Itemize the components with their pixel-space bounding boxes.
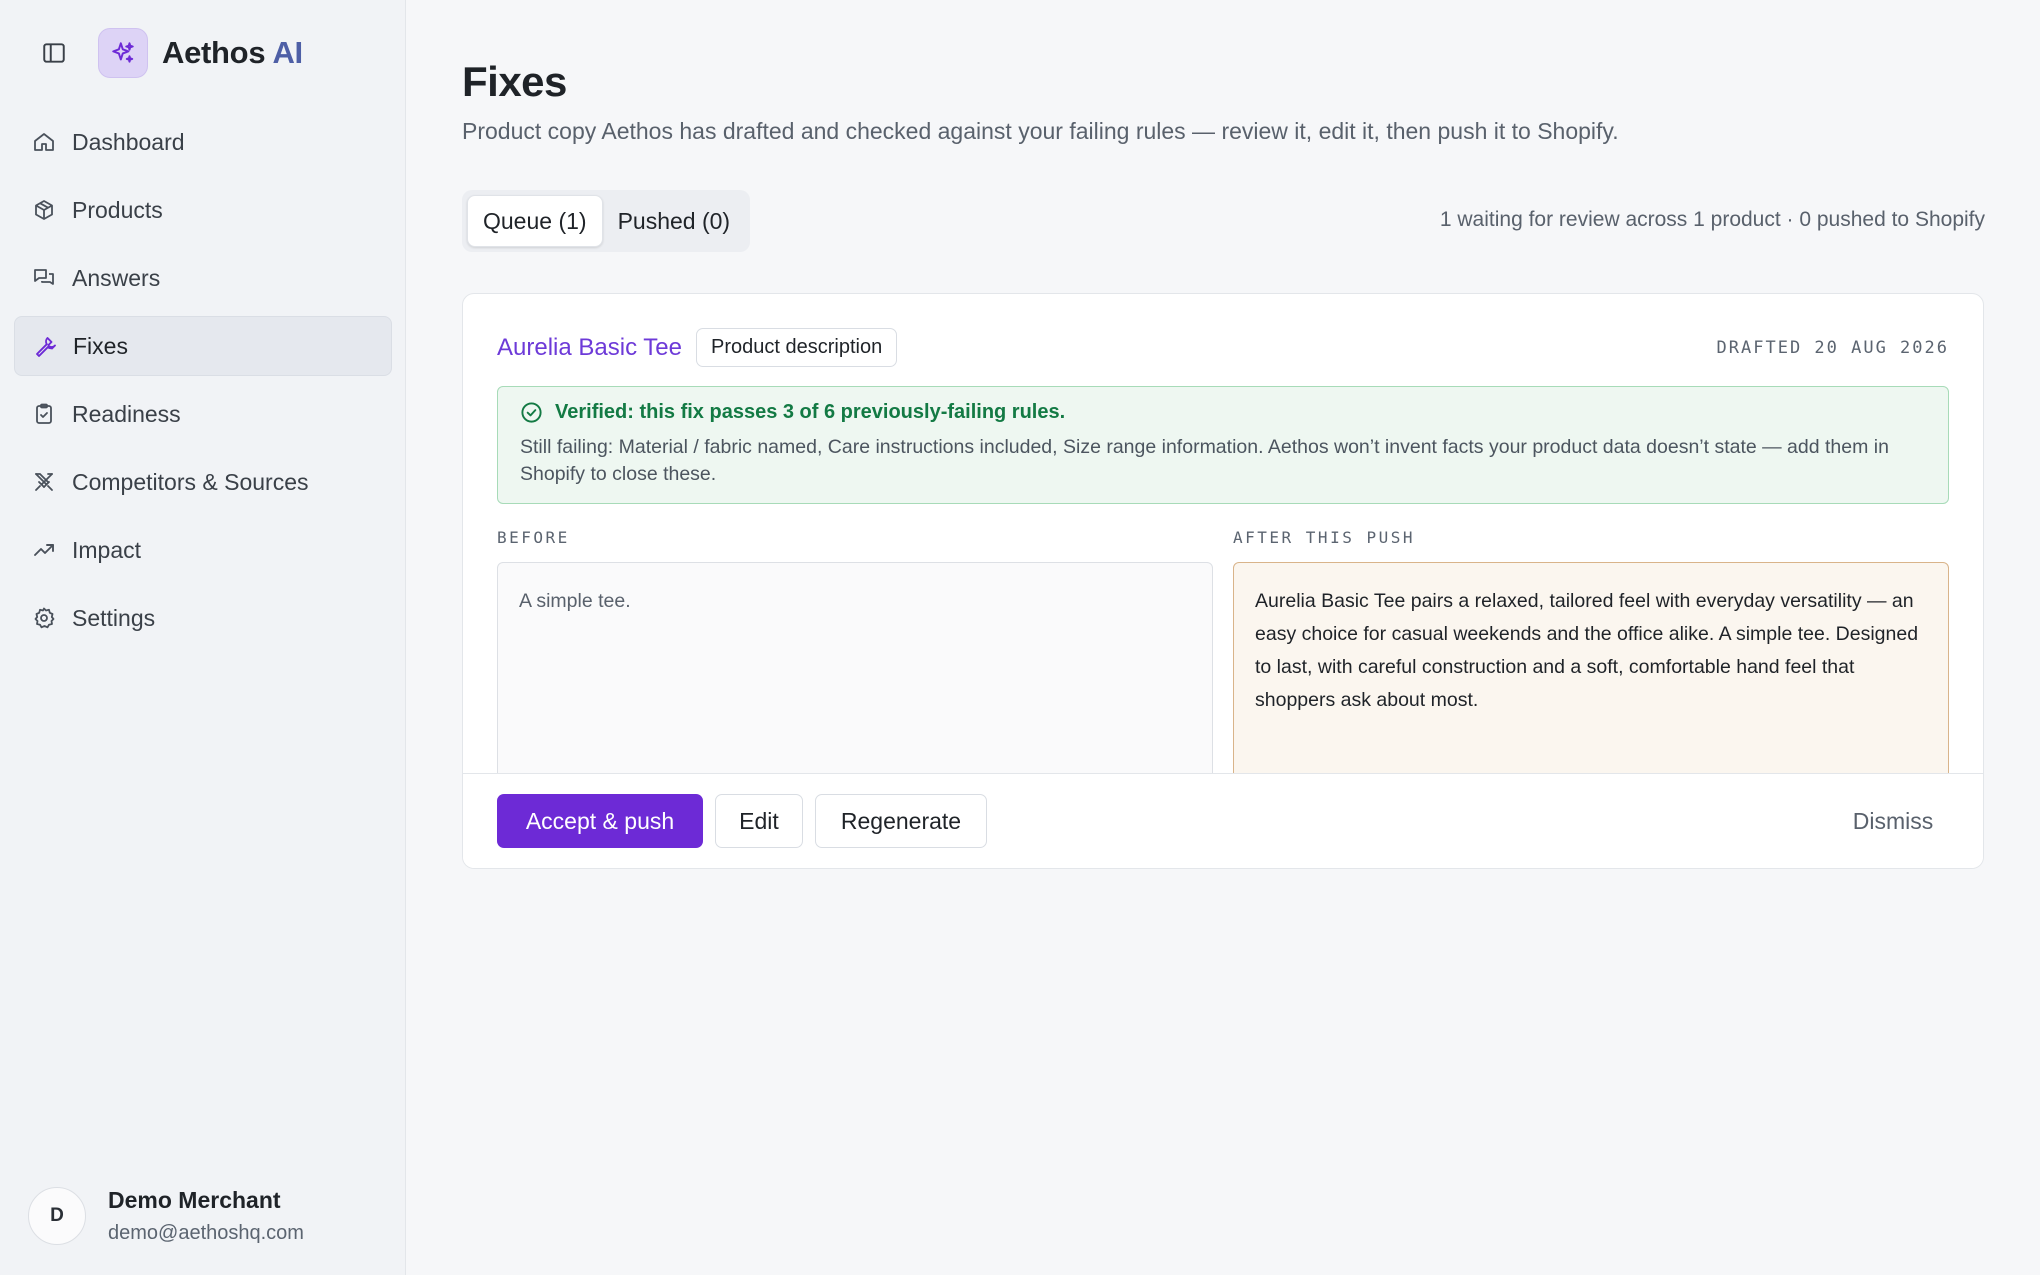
avatar: D <box>28 1187 86 1245</box>
brand-name-accent: AI <box>272 35 303 70</box>
fix-card: Aurelia Basic Tee Product description DR… <box>462 293 1984 869</box>
sidebar-item-impact[interactable]: Impact <box>14 520 392 580</box>
edit-button[interactable]: Edit <box>715 794 803 848</box>
product-link[interactable]: Aurelia Basic Tee <box>497 334 682 362</box>
tab-queue[interactable]: Queue (1) <box>467 195 603 247</box>
gear-icon <box>30 604 58 632</box>
account-info: Demo Merchant demo@aethoshq.com <box>108 1187 304 1245</box>
sidebar-item-label: Dashboard <box>72 128 185 155</box>
verified-body: Still failing: Material / fabric named, … <box>520 436 1889 485</box>
fix-card-header: Aurelia Basic Tee Product description <box>497 328 898 367</box>
verified-title: Verified: this fix passes 3 of 6 previou… <box>520 401 1926 424</box>
sidebar-item-answers[interactable]: Answers <box>14 248 392 308</box>
sidebar-item-dashboard[interactable]: Dashboard <box>14 112 392 172</box>
queue-summary: 1 waiting for review across 1 product · … <box>1439 208 1985 231</box>
before-label: BEFORE <box>497 528 570 547</box>
sidebar-nav: Dashboard Products Answers Fixes Readine… <box>14 112 392 656</box>
home-icon <box>30 128 58 156</box>
tab-pushed[interactable]: Pushed (0) <box>603 196 746 246</box>
sidebar-item-label: Answers <box>72 264 161 291</box>
regenerate-button[interactable]: Regenerate <box>815 794 987 848</box>
accept-push-button[interactable]: Accept & push <box>497 794 703 848</box>
check-circle-icon <box>520 401 543 424</box>
box-icon <box>30 196 58 224</box>
after-label: AFTER THIS PUSH <box>1233 528 1415 547</box>
verified-title-text: Verified: this fix passes 3 of 6 previou… <box>555 401 1066 423</box>
after-text: Aurelia Basic Tee pairs a relaxed, tailo… <box>1233 562 1949 782</box>
sidebar-item-products[interactable]: Products <box>14 180 392 240</box>
sidebar-toggle-button[interactable] <box>38 37 70 69</box>
sparkle-icon <box>112 42 134 63</box>
sidebar-panel-icon <box>43 43 65 63</box>
sidebar-item-fixes[interactable]: Fixes <box>14 316 392 376</box>
fix-actions: Accept & push Edit Regenerate Dismiss <box>463 773 1983 868</box>
wrench-icon <box>31 332 59 360</box>
sidebar-item-label: Settings <box>72 604 156 631</box>
sidebar-item-label: Fixes <box>73 332 128 359</box>
sidebar-item-label: Impact <box>72 536 142 563</box>
swords-icon <box>30 468 58 496</box>
clipboard-check-icon <box>30 400 58 428</box>
brand-name-text: Aethos <box>162 35 266 70</box>
sidebar-item-label: Products <box>72 196 163 223</box>
before-text: A simple tee. <box>497 562 1213 782</box>
field-badge: Product description <box>696 328 898 367</box>
sidebar-item-competitors-sources[interactable]: Competitors & Sources <box>14 452 392 512</box>
main-content: Fixes Product copy Aethos has drafted an… <box>406 0 2040 1275</box>
app-root: Aethos AI Dashboard Products Answers Fix… <box>0 0 2040 1275</box>
tab-bar: Queue (1) Pushed (0) <box>462 190 751 252</box>
account-name: Demo Merchant <box>108 1187 281 1213</box>
sidebar-item-label: Competitors & Sources <box>72 468 309 495</box>
page-subtitle: Product copy Aethos has drafted and chec… <box>462 118 1619 144</box>
sidebar-item-label: Readiness <box>72 400 181 427</box>
logo <box>98 28 148 78</box>
verified-banner: Verified: this fix passes 3 of 6 previou… <box>497 386 1949 504</box>
account-email: demo@aethoshq.com <box>108 1222 304 1244</box>
trend-up-icon <box>30 536 58 564</box>
sidebar-item-settings[interactable]: Settings <box>14 588 392 648</box>
sidebar: Aethos AI Dashboard Products Answers Fix… <box>0 0 406 1275</box>
account-menu[interactable]: D Demo Merchant demo@aethoshq.com <box>28 1187 304 1245</box>
chat-icon <box>30 264 58 292</box>
page-title: Fixes <box>462 58 567 105</box>
dismiss-button[interactable]: Dismiss <box>1843 794 1943 848</box>
brand-row: Aethos AI <box>38 28 303 78</box>
sidebar-item-readiness[interactable]: Readiness <box>14 384 392 444</box>
brand-name: Aethos AI <box>162 35 303 71</box>
drafted-date: DRAFTED 20 AUG 2026 <box>1716 338 1949 358</box>
